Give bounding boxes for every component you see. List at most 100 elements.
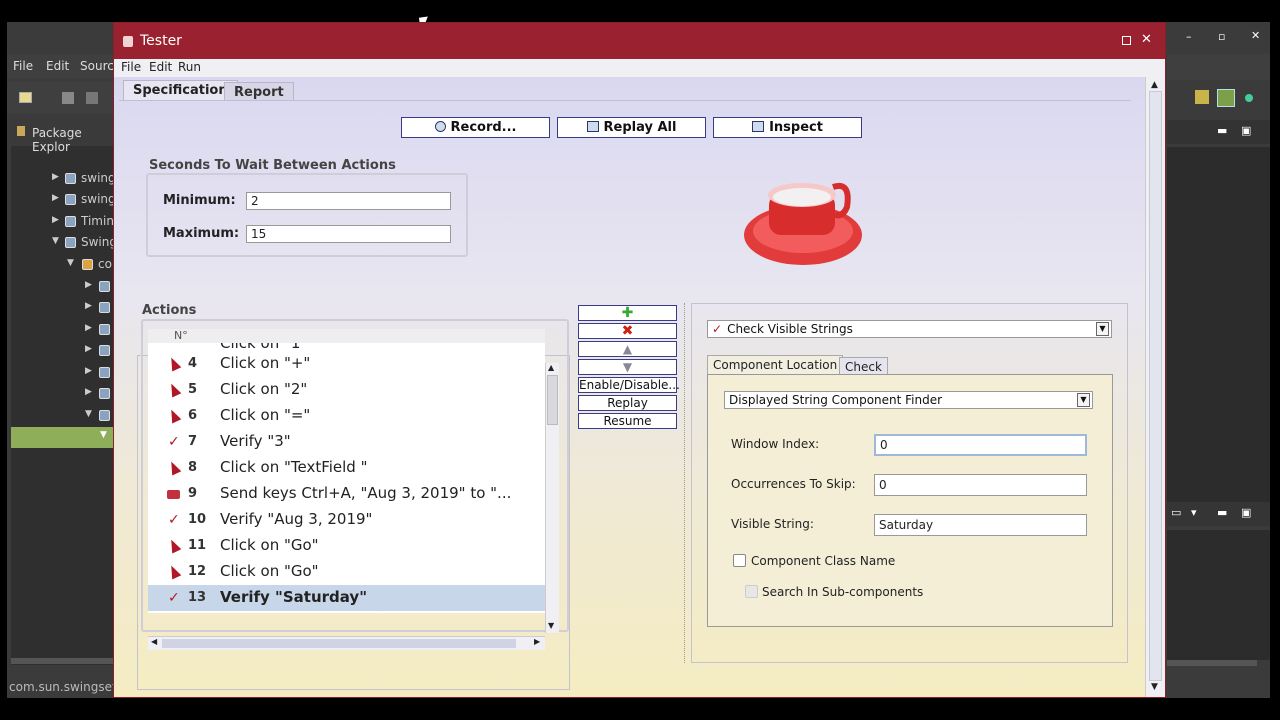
window-index-input[interactable]: 0 [874,434,1087,456]
minimize-icon[interactable]: ▬ [1217,124,1227,137]
tree-item[interactable]: ▶ swing [11,169,116,190]
inspect-icon [752,121,765,132]
tab-check[interactable]: Check [839,357,888,374]
tree-item[interactable]: ▶ swing [11,190,116,211]
tester-window: Tester ✕ File Edit Run Specification Rep… [113,22,1166,698]
save-icon[interactable] [62,92,74,104]
tree-item[interactable]: ▶ [11,320,113,341]
debug-icon[interactable] [1245,94,1253,102]
menu-file[interactable]: File [121,60,141,74]
list-item[interactable]: 11 Click on "Go" [148,533,545,559]
perspective-icon[interactable] [1217,89,1235,107]
keyboard-icon [167,490,181,504]
menu-run[interactable]: Run [178,60,201,74]
action-type-value: Check Visible Strings [727,322,853,336]
delete-icon: ✖ [621,323,634,339]
component-class-checkbox[interactable] [733,554,746,567]
toolbar-icon[interactable] [1195,90,1209,104]
horizontal-scrollbar[interactable] [11,658,113,664]
window-menubar: File Edit Run [114,59,1165,77]
window-index-label: Window Index: [731,437,820,451]
horizontal-scrollbar[interactable] [1167,660,1257,666]
cursor-icon [166,355,182,372]
tree-item[interactable]: ▼ co [11,255,113,276]
tree-item[interactable]: ▶ [11,341,113,362]
minimize-icon[interactable]: ▬ [1217,506,1227,519]
inspect-label: Inspect [769,120,823,135]
visible-string-input[interactable]: Saturday [874,514,1087,536]
tree-item[interactable]: ▶ Timin [11,212,114,233]
tree-item[interactable]: ▶ [11,363,113,384]
tree-item[interactable]: ▶ [11,277,113,298]
replay-button[interactable]: Replay [578,395,677,411]
partial-row: Click on "1" [148,343,545,351]
ide-menu-edit[interactable]: Edit [46,59,69,73]
list-item[interactable]: 6 Click on "=" [148,403,545,429]
dropdown-icon[interactable]: ▾ [1191,506,1197,519]
list-horizontal-scrollbar[interactable]: ◀ ▶ [148,636,545,650]
tree-item[interactable]: ▶ [11,384,113,405]
tab-report[interactable]: Report [224,82,294,100]
package-explorer-tab[interactable]: Package Explor [11,120,113,154]
coffee-cup-logo [744,183,862,265]
new-icon[interactable] [19,92,32,103]
record-button[interactable]: Record... [401,117,550,138]
delete-action-button[interactable]: ✖ [578,323,677,339]
actions-list[interactable]: 4 Click on "+" 5 Click on "2" 6 Click on "=… [148,351,545,613]
column-header-number[interactable]: N° [174,329,188,342]
tree-item[interactable]: ▼ [11,406,113,427]
list-item[interactable]: ✓ 10 Verify "Aug 3, 2019" [148,507,545,533]
close-icon[interactable]: ✕ [1141,32,1152,47]
package-explorer: Package Explor ▶ swing ▶ swing ▶ Timin ▼ Swi… [11,120,117,665]
search-subcomponents-checkbox[interactable] [745,585,758,598]
resume-button[interactable]: Resume [578,413,677,429]
tree-item[interactable]: ▶ [11,298,113,319]
list-item[interactable]: ✓ 7 Verify "3" [148,429,545,455]
main-content: Specification Report Record... Replay Al… [114,77,1145,697]
window-titlebar[interactable]: Tester ✕ [114,23,1165,59]
cursor-icon [166,459,182,476]
arrow-up-icon: ▲ [622,342,633,356]
inspect-button[interactable]: Inspect [713,117,862,138]
maximize-icon[interactable]: ▫ [1218,30,1225,43]
maximize-icon[interactable]: ▣ [1241,506,1251,519]
tab-component-location[interactable]: Component Location [707,355,844,374]
chevron-down-icon: ▼ [1096,322,1109,336]
action-type-select[interactable]: ✓ Check Visible Strings ▼ [707,320,1112,338]
ide-menu-file[interactable]: File [13,59,33,73]
list-vertical-scrollbar[interactable]: ▲ ▼ [545,363,559,633]
new-icon[interactable]: ▭ [1171,506,1181,519]
move-down-button[interactable]: ▼ [578,359,677,375]
occurrences-input[interactable]: 0 [874,474,1087,496]
close-icon[interactable]: ✕ [1251,29,1260,42]
finder-select[interactable]: Displayed String Component Finder ▼ [724,391,1093,409]
window-vertical-scrollbar[interactable]: ▲ ▼ [1145,77,1165,697]
arrow-down-icon: ▼ [622,360,633,374]
minimize-icon[interactable]: – [1186,30,1192,43]
maximize-icon[interactable] [1122,36,1131,45]
maximum-input[interactable]: 15 [246,225,451,243]
file-icon [99,388,110,399]
tree-item[interactable]: ▼ Swing [11,233,117,254]
enable-disable-button[interactable]: Enable/Disable... [578,377,680,393]
list-item[interactable]: 9 Send keys Ctrl+A, "Aug 3, 2019" to "... [148,481,545,507]
maximize-icon[interactable]: ▣ [1241,124,1251,137]
list-item[interactable]: 12 Click on "Go" [148,559,545,585]
replay-all-button[interactable]: Replay All [557,117,706,138]
cursor-icon [166,563,182,580]
save-all-icon[interactable] [86,92,98,104]
move-up-button[interactable]: ▲ [578,341,677,357]
project-icon [65,173,76,184]
menu-edit[interactable]: Edit [149,60,172,74]
splitter[interactable] [684,303,687,663]
list-item[interactable]: 4 Click on "+" [148,351,545,377]
add-icon: ✚ [621,305,634,321]
add-action-button[interactable]: ✚ [578,305,677,321]
ide-menu-source[interactable]: Sourc [80,59,114,73]
tree-item-selected[interactable]: ▼ [11,427,113,448]
list-item[interactable]: 5 Click on "2" [148,377,545,403]
list-item-selected[interactable]: ✓ 13 Verify "Saturday" [148,585,545,611]
tab-specification[interactable]: Specification [123,80,238,100]
list-item[interactable]: 8 Click on "TextField " [148,455,545,481]
minimum-input[interactable]: 2 [246,192,451,210]
